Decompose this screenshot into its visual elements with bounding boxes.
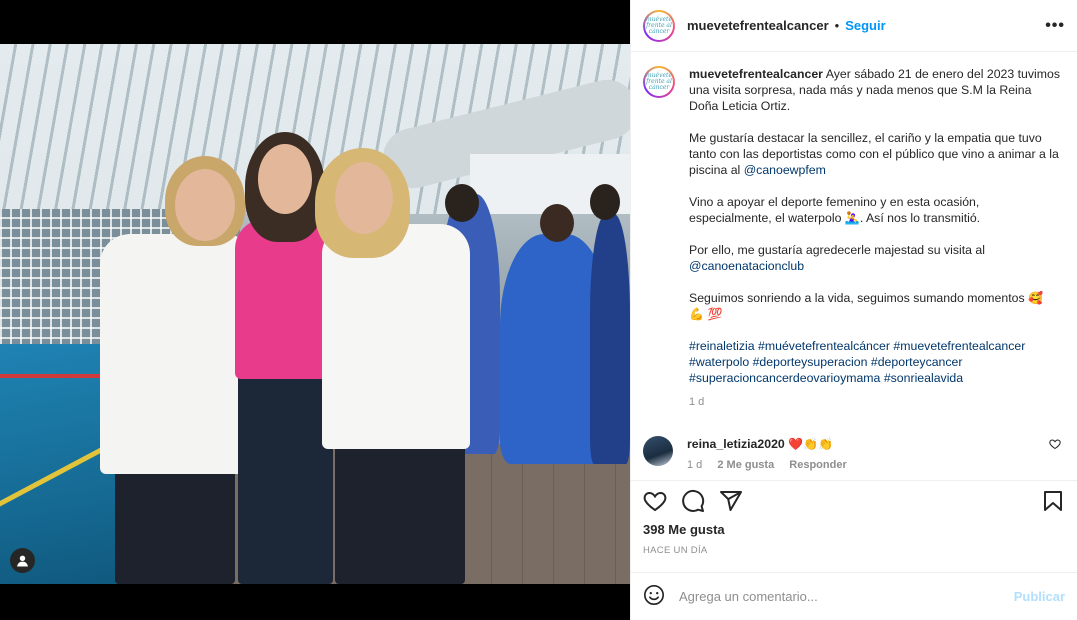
add-comment-bar: Agrega un comentario... Publicar [631,572,1077,620]
action-bar [631,480,1077,520]
comment-heart-icon[interactable] [1049,438,1061,471]
hashtag-link[interactable]: #superacioncancerdeovarioymama [689,371,880,385]
author-username[interactable]: muevetefrentealcancer [687,18,829,33]
caption-p3: Vino a apoyar el deporte femenino y en e… [689,195,981,225]
commenter-avatar[interactable] [643,436,673,466]
caption-username[interactable]: muevetefrentealcancer [689,67,823,81]
likes-count[interactable]: 398 Me gusta [631,522,1077,537]
bookmark-icon[interactable] [1041,489,1065,513]
user-tag-icon[interactable] [10,548,35,573]
hashtag-link[interactable]: #deporteysuperacion [753,355,868,369]
caption-p4: Por ello, me gustaría agredecerle majest… [689,243,985,273]
caption: muévete frente al cáncer muevetefrenteal… [643,66,1061,410]
more-icon[interactable]: ••• [1045,17,1065,35]
caption-p1: muevetefrentealcancer Ayer sábado 21 de … [689,67,1060,113]
hashtag-link[interactable]: #waterpolo [689,355,749,369]
caption-p2: Me gustaría destacar la sencillez, el ca… [689,131,1059,177]
hashtag-link[interactable]: #reinaletizia [689,339,755,353]
hashtag-link[interactable]: #sonriealavida [884,371,963,385]
caption-avatar[interactable]: muévete frente al cáncer [643,66,675,98]
post-media[interactable] [0,0,630,620]
comment-text: ❤️👏👏 [788,437,834,451]
reply-button[interactable]: Responder [789,459,846,471]
hashtag-link[interactable]: #muévetefrentealcáncer [758,339,890,353]
post-panel: muévete frente al cáncer muevetefrenteal… [630,0,1077,620]
post-comment-button[interactable]: Publicar [1014,589,1065,604]
heart-icon[interactable] [643,489,667,513]
comments-area[interactable]: muévete frente al cáncer muevetefrenteal… [631,52,1077,480]
mention-link[interactable]: @canoenatacionclub [689,259,804,273]
emoji-icon[interactable] [643,584,665,609]
comment-item: reina_letizia2020 ❤️👏👏 1 d 2 Me gusta Re… [643,436,1061,471]
post-date[interactable]: HACE UN DÍA [631,545,1077,556]
caption-time: 1 d [689,396,705,408]
post-modal: muévete frente al cáncer muevetefrenteal… [0,0,1077,620]
commenter-username[interactable]: reina_letizia2020 [687,437,785,451]
hashtag-link[interactable]: #deporteycancer [871,355,963,369]
hashtags: #reinaletizia #muévetefrentealcáncer #mu… [689,338,1061,386]
mention-link[interactable]: @canoewpfem [744,163,826,177]
author-avatar[interactable]: muévete frente al cáncer [643,9,675,42]
comment-likes[interactable]: 2 Me gusta [717,459,774,471]
comment-time: 1 d [687,459,703,471]
post-header: muévete frente al cáncer muevetefrenteal… [631,0,1077,52]
comment-input[interactable]: Agrega un comentario... [679,589,1014,604]
post-photo [0,44,630,584]
separator-dot: • [834,18,840,33]
hashtag-link[interactable]: #muevetefrentealcancer [893,339,1025,353]
follow-button[interactable]: Seguir [845,18,885,33]
share-icon[interactable] [719,489,743,513]
comment-icon[interactable] [681,489,705,513]
caption-p5: Seguimos sonriendo a la vida, seguimos s… [689,291,1043,321]
